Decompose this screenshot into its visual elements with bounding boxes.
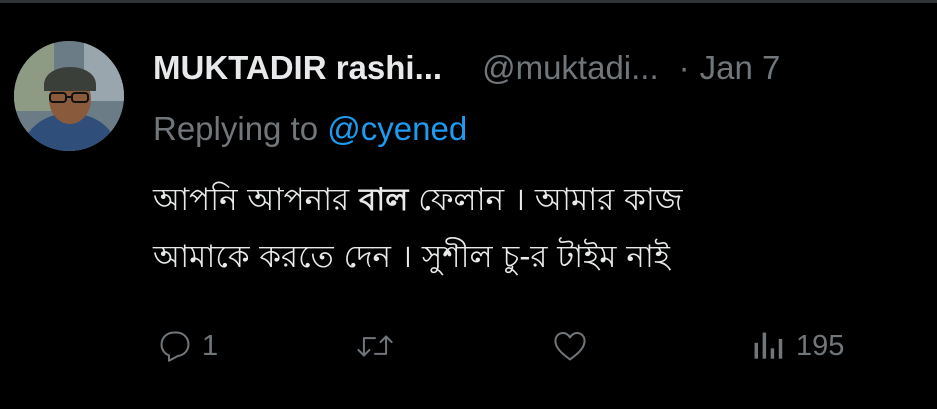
user-handle[interactable]: @muktadi... (482, 49, 659, 87)
display-name[interactable]: MUKTADIR rashi... (153, 49, 442, 87)
tweet-text-line-1: আপনি আপনার বাল ফেলান । আমার কাজ (153, 172, 913, 229)
separator-dot: · (678, 49, 690, 86)
reply-count: 1 (202, 329, 219, 362)
tweet-text: আপনি আপনার বাল ফেলান । আমার কাজ আমাকে কর… (153, 172, 913, 286)
tweet-text-bold-word: বাল (359, 182, 409, 218)
avatar[interactable] (14, 41, 124, 151)
reply-button[interactable]: 1 (156, 318, 218, 374)
retweet-icon (354, 327, 396, 365)
action-bar: 1 195 (150, 318, 910, 374)
views-count: 195 (796, 329, 845, 362)
like-button[interactable] (550, 318, 590, 374)
views-icon (754, 332, 783, 359)
replying-to-link[interactable]: @cyened (327, 110, 467, 147)
tweet-text-segment: আপনি আপনার (153, 182, 350, 218)
replying-to-prefix: Replying to (153, 110, 319, 147)
heart-icon (550, 327, 590, 365)
retweet-button[interactable] (354, 318, 396, 374)
tweet-text-line-2: আমাকে করতে দেন । সুশীল চু-র টাইম নাই (153, 239, 670, 275)
divider (0, 0, 937, 3)
tweet-header: MUKTADIR rashi... @muktadi... · Jan 7 (153, 44, 928, 92)
tweet-text-segment: ফেলান । আমার কাজ (418, 182, 683, 218)
reply-icon (156, 327, 194, 365)
views-button[interactable]: 195 (748, 318, 844, 374)
tweet-date[interactable]: Jan 7 (700, 49, 781, 87)
replying-to: Replying to @cyened (153, 110, 467, 148)
avatar-photo (14, 41, 124, 151)
